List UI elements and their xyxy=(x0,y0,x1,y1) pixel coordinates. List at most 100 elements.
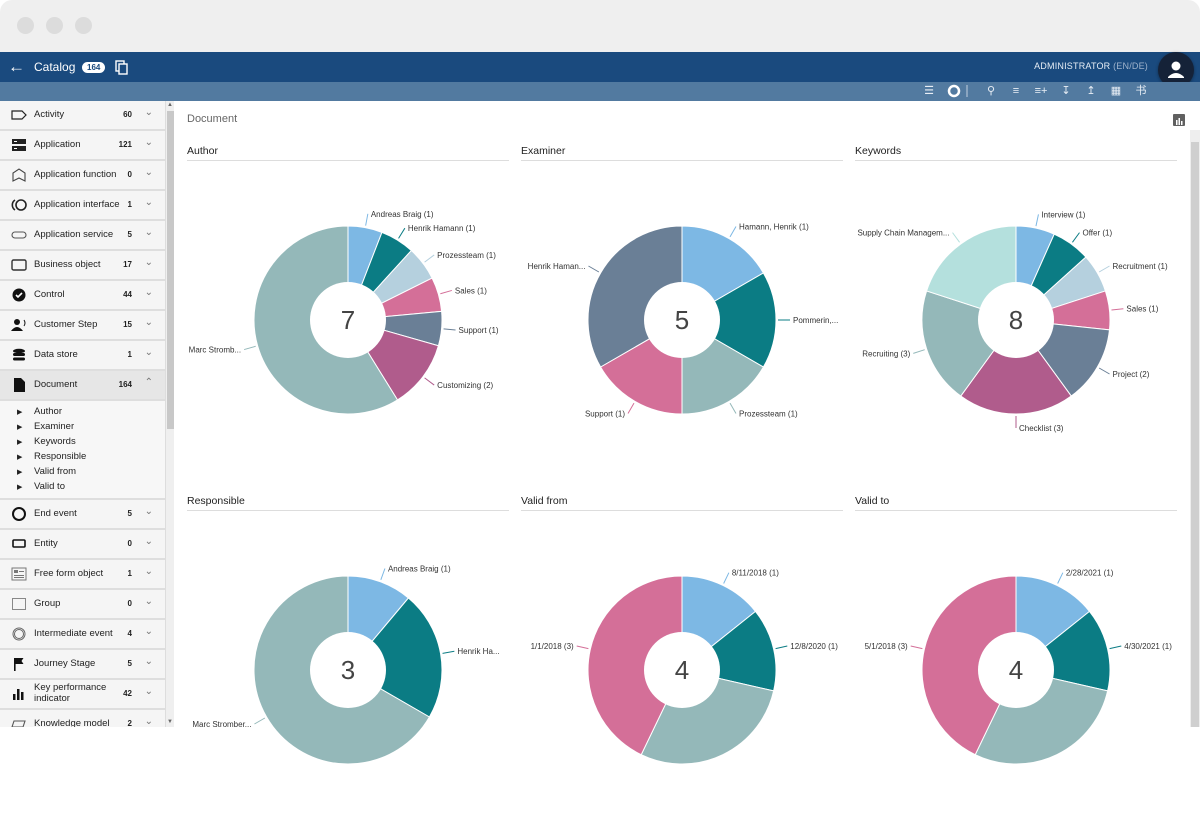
download-icon[interactable]: ↧ xyxy=(1059,84,1073,98)
scroll-down-icon[interactable]: ▼ xyxy=(167,719,173,725)
chevron-down-icon[interactable]: ⌄ xyxy=(145,506,153,517)
sub-item-examiner[interactable]: ▶ Examiner xyxy=(0,420,165,435)
donut-chart-icon[interactable] xyxy=(947,84,961,98)
window-close-button[interactable] xyxy=(17,17,34,34)
caret-right-icon[interactable]: ▶ xyxy=(17,483,22,491)
slice-label: Support (1) xyxy=(459,326,499,335)
sidebar-item-business-object[interactable]: Business object 17 ⌄ xyxy=(0,251,165,281)
sidebar-item-intermediate-event[interactable]: Intermediate event 4 ⌄ xyxy=(0,620,165,650)
sidebar-item-label: End event xyxy=(34,508,77,519)
list-icon[interactable]: ☰ xyxy=(922,84,936,98)
chart-title: Valid to xyxy=(855,495,1177,511)
sidebar-item-label: Knowledge model xyxy=(34,718,110,727)
customer-step-icon xyxy=(11,319,26,331)
bar-chart-icon xyxy=(13,689,24,700)
slice-label: Project (2) xyxy=(1113,370,1150,379)
chevron-down-icon[interactable]: ⌄ xyxy=(145,536,153,547)
chevron-down-icon[interactable]: ⌄ xyxy=(145,656,153,667)
user-language: (EN/DE) xyxy=(1113,61,1148,71)
search-icon[interactable]: ⚲ xyxy=(984,84,998,98)
slice-label: Interview (1) xyxy=(1041,210,1085,219)
caret-right-icon[interactable]: ▶ xyxy=(17,453,22,461)
scroll-up-icon[interactable]: ▲ xyxy=(167,102,173,108)
chart-title: Author xyxy=(187,145,509,161)
sidebar-item-control[interactable]: Control 44 ⌄ xyxy=(0,281,165,311)
sidebar-item-activity[interactable]: Activity 60 ⌄ xyxy=(0,101,165,131)
slice-label: Henrik Ha... xyxy=(457,647,499,656)
sidebar-item-knowledge-model[interactable]: Knowledge model 2 ⌄ xyxy=(0,710,165,727)
sidebar-item-free-form-object[interactable]: Free form object 1 ⌄ xyxy=(0,560,165,590)
chevron-down-icon[interactable]: ⌄ xyxy=(145,626,153,637)
sidebar-item-journey-stage[interactable]: Journey Stage 5 ⌄ xyxy=(0,650,165,680)
sub-item-label: Keywords xyxy=(34,436,76,447)
chevron-down-icon[interactable]: ⌄ xyxy=(145,686,153,697)
arrow-left-icon[interactable]: ← xyxy=(8,57,25,77)
center-count: 5 xyxy=(675,305,689,335)
sidebar-item-end-event[interactable]: End event 5 ⌄ xyxy=(0,500,165,530)
sub-item-label: Valid to xyxy=(34,481,65,492)
chevron-down-icon[interactable]: ⌄ xyxy=(145,347,153,358)
donut-chart: 2/28/2021 (1) 4/30/2021 (1) 5/1/2018 (3) 4 xyxy=(865,569,1172,765)
slice-label: Support (1) xyxy=(585,410,625,419)
bar-chart-icon[interactable] xyxy=(1173,114,1185,126)
center-count: 4 xyxy=(1009,655,1023,685)
sub-item-valid-to[interactable]: ▶ Valid to xyxy=(0,480,165,495)
sub-item-author[interactable]: ▶ Author xyxy=(0,405,165,420)
translate-icon[interactable]: 书 xyxy=(1134,84,1148,98)
chevron-down-icon[interactable]: ⌄ xyxy=(145,197,153,208)
center-count: 3 xyxy=(341,655,355,685)
chevron-down-icon[interactable]: ⌄ xyxy=(145,167,153,178)
toolbar-divider xyxy=(966,85,968,97)
upload-icon[interactable]: ↥ xyxy=(1084,84,1098,98)
chevron-down-icon[interactable]: ⌄ xyxy=(145,566,153,577)
label-leader-line xyxy=(440,289,453,295)
window-maximize-button[interactable] xyxy=(75,17,92,34)
sub-item-keywords[interactable]: ▶ Keywords xyxy=(0,435,165,450)
copy-icon[interactable] xyxy=(115,60,129,75)
center-count: 8 xyxy=(1009,305,1023,335)
chevron-down-icon[interactable]: ⌄ xyxy=(145,317,153,328)
sidebar-item-application[interactable]: Application 121 ⌄ xyxy=(0,131,165,161)
label-leader-line xyxy=(380,568,386,580)
label-leader-line xyxy=(627,402,635,414)
chevron-down-icon[interactable]: ⌄ xyxy=(145,227,153,238)
chevron-down-icon[interactable]: ⌄ xyxy=(145,596,153,607)
sidebar-item-entity[interactable]: Entity 0 ⌄ xyxy=(0,530,165,560)
add-list-icon[interactable]: ≡+ xyxy=(1034,84,1048,98)
sidebar-item-data-store[interactable]: Data store 1 ⌄ xyxy=(0,341,165,371)
chevron-down-icon[interactable]: ⌄ xyxy=(145,137,153,148)
toolbar: ☰ ⚲ ≡ ≡+ ↧ ↥ ▦ 书 xyxy=(0,82,1200,101)
chevron-down-icon[interactable]: ⌄ xyxy=(145,287,153,298)
checklist-icon[interactable]: ≡ xyxy=(1009,84,1023,98)
chevron-down-icon[interactable]: ⌄ xyxy=(145,257,153,268)
sidebar-item-application-service[interactable]: Application service 5 ⌄ xyxy=(0,221,165,251)
delete-filter-icon[interactable]: ▦ xyxy=(1109,84,1123,98)
main-scrollbar[interactable] xyxy=(1190,130,1200,727)
caret-right-icon[interactable]: ▶ xyxy=(17,438,22,446)
sidebar-item-count: 1 xyxy=(127,350,132,359)
label-leader-line xyxy=(910,645,923,650)
caret-right-icon[interactable]: ▶ xyxy=(17,468,22,476)
slice-label: Customizing (2) xyxy=(437,381,493,390)
slice-label: Henrik Hamann (1) xyxy=(408,224,476,233)
scrollbar-thumb[interactable] xyxy=(1191,142,1199,727)
app-header: ← Catalog 164 ADMINISTRATOR (EN/DE) xyxy=(0,52,1200,82)
sidebar-item-application-function[interactable]: Application function 0 ⌄ xyxy=(0,161,165,191)
sidebar-item-application-interface[interactable]: Application interface 1 ⌄ xyxy=(0,191,165,221)
chevron-down-icon[interactable]: ⌄ xyxy=(145,716,153,727)
sub-item-valid-from[interactable]: ▶ Valid from xyxy=(0,465,165,480)
sidebar-item-group[interactable]: Group 0 ⌄ xyxy=(0,590,165,620)
sub-item-responsible[interactable]: ▶ Responsible xyxy=(0,450,165,465)
label-leader-line xyxy=(254,717,266,725)
sidebar-item-customer-step[interactable]: Customer Step 15 ⌄ xyxy=(0,311,165,341)
sidebar-scrollbar[interactable]: ▲ ▼ xyxy=(165,101,174,727)
scrollbar-thumb[interactable] xyxy=(167,111,174,429)
chevron-down-icon[interactable]: ⌄ xyxy=(145,107,153,118)
sidebar-item-key-performance-indicator[interactable]: Key performance indicator 42 ⌄ xyxy=(0,680,165,710)
chevron-up-icon[interactable]: ⌃ xyxy=(145,377,153,388)
chart-title: Responsible xyxy=(187,495,509,511)
sidebar-item-document[interactable]: Document 164 ⌃ xyxy=(0,371,165,401)
caret-right-icon[interactable]: ▶ xyxy=(17,408,22,416)
window-minimize-button[interactable] xyxy=(46,17,63,34)
caret-right-icon[interactable]: ▶ xyxy=(17,423,22,431)
